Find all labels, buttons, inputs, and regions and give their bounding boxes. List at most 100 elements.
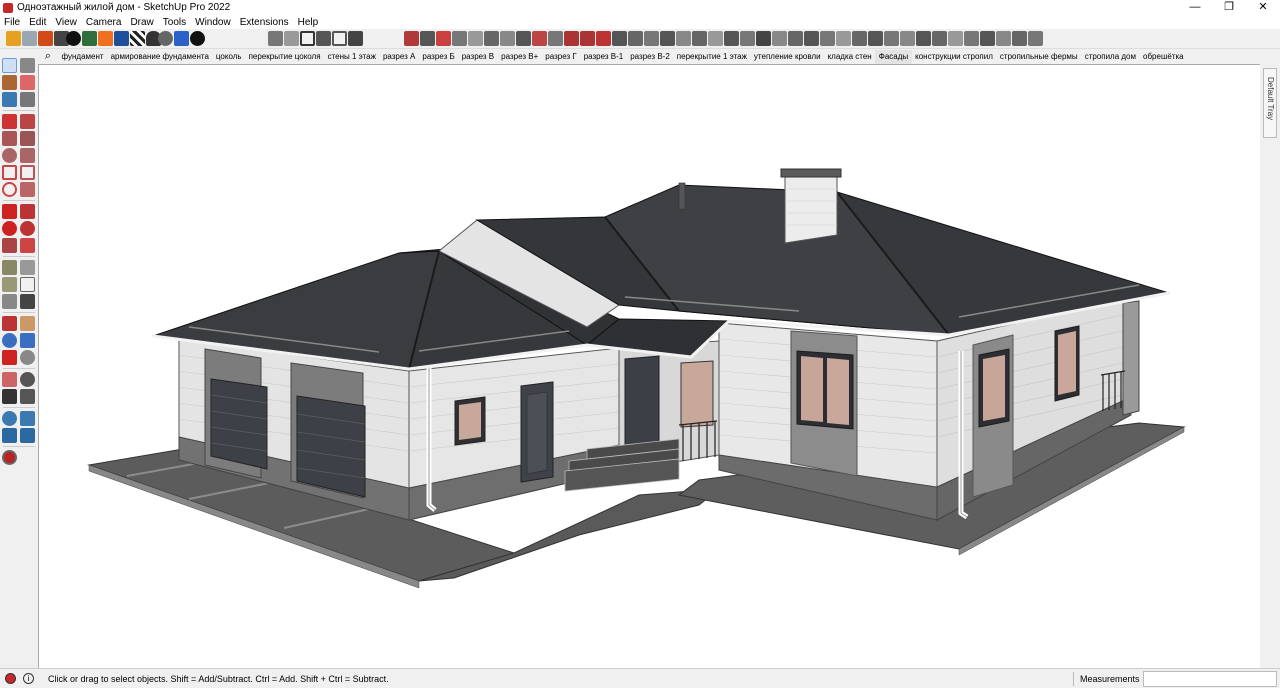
tape-measure-icon[interactable] bbox=[2, 260, 17, 275]
save-model-icon[interactable] bbox=[38, 31, 53, 46]
polygon-tool-icon[interactable] bbox=[20, 148, 35, 163]
push-pull-icon[interactable] bbox=[20, 204, 35, 219]
extension-warehouse-icon[interactable] bbox=[98, 31, 113, 46]
extension-tool-6-icon[interactable] bbox=[484, 31, 499, 46]
freehand-tool-icon[interactable] bbox=[20, 114, 35, 129]
zoom-tool-icon[interactable] bbox=[2, 333, 17, 348]
position-camera-icon[interactable] bbox=[2, 372, 17, 387]
rotate-tool-icon[interactable] bbox=[2, 221, 17, 236]
extension-tool-29-icon[interactable] bbox=[852, 31, 867, 46]
scene-tab[interactable]: разрез В-2 bbox=[627, 50, 674, 64]
scene-tab[interactable]: обрешётка bbox=[1140, 50, 1188, 64]
default-tray-tab[interactable]: Default Tray bbox=[1263, 68, 1277, 138]
extension-tool-38-icon[interactable] bbox=[996, 31, 1011, 46]
pie-tool-icon[interactable] bbox=[20, 182, 35, 197]
extension-tool-4-icon[interactable] bbox=[452, 31, 467, 46]
tag-tool-icon[interactable] bbox=[20, 92, 35, 107]
axes-tool-icon[interactable] bbox=[2, 294, 17, 309]
smoove-tool-icon[interactable] bbox=[2, 428, 17, 443]
left-view-icon[interactable] bbox=[348, 31, 363, 46]
scene-tab[interactable]: разрез В-1 bbox=[580, 50, 627, 64]
menu-view[interactable]: View bbox=[55, 17, 77, 28]
scene-tab[interactable]: утепление кровли bbox=[750, 50, 824, 64]
top-view-icon[interactable] bbox=[284, 31, 299, 46]
extension-tool-16-icon[interactable] bbox=[644, 31, 659, 46]
three-point-arc-icon[interactable] bbox=[2, 182, 17, 197]
extension-tool-33-icon[interactable] bbox=[916, 31, 931, 46]
new-model-icon[interactable] bbox=[6, 31, 21, 46]
extension-tool-36-icon[interactable] bbox=[964, 31, 979, 46]
front-view-icon[interactable] bbox=[300, 31, 315, 46]
display-section-icon[interactable] bbox=[20, 316, 35, 331]
extension-tool-31-icon[interactable] bbox=[884, 31, 899, 46]
extension-tool-25-icon[interactable] bbox=[788, 31, 803, 46]
scene-tab[interactable]: цоколь bbox=[212, 50, 245, 64]
scene-tab[interactable]: разрез В+ bbox=[498, 50, 542, 64]
scale-tool-icon[interactable] bbox=[2, 238, 17, 253]
extension-tool-2-icon[interactable] bbox=[420, 31, 435, 46]
scene-tab[interactable]: перекрытие 1 этаж bbox=[673, 50, 750, 64]
layout-icon[interactable] bbox=[114, 31, 129, 46]
maximize-button[interactable]: ❐ bbox=[1212, 0, 1246, 15]
select-tool-icon[interactable] bbox=[2, 58, 17, 73]
stamp-tool-icon[interactable] bbox=[20, 428, 35, 443]
circle-tool-icon[interactable] bbox=[2, 148, 17, 163]
scene-tab-active[interactable]: Фасады bbox=[875, 49, 912, 64]
scene-tab[interactable]: перекрытие цоколя bbox=[245, 50, 324, 64]
dimension-tool-icon[interactable] bbox=[20, 260, 35, 275]
scene-tab[interactable]: стены 1 этаж bbox=[324, 50, 379, 64]
move-tool-icon[interactable] bbox=[2, 204, 17, 219]
info-icon[interactable] bbox=[190, 31, 205, 46]
geo-location-icon[interactable] bbox=[5, 673, 16, 684]
extension-tool-35-icon[interactable] bbox=[948, 31, 963, 46]
menu-help[interactable]: Help bbox=[298, 17, 319, 28]
right-view-icon[interactable] bbox=[316, 31, 331, 46]
pan-tool-icon[interactable] bbox=[20, 389, 35, 404]
model-info-icon[interactable] bbox=[2, 450, 17, 465]
extension-tool-10-icon[interactable] bbox=[548, 31, 563, 46]
extension-tool-28-icon[interactable] bbox=[836, 31, 851, 46]
section-plane-icon[interactable] bbox=[2, 316, 17, 331]
scene-tab[interactable]: армирование фундамента bbox=[107, 50, 212, 64]
3d-text-icon[interactable] bbox=[20, 294, 35, 309]
arc-tool-icon[interactable] bbox=[2, 165, 17, 180]
orbit-tool-icon[interactable] bbox=[20, 58, 35, 73]
look-around-icon[interactable] bbox=[20, 372, 35, 387]
extension-tool-3-icon[interactable] bbox=[436, 31, 451, 46]
gear-icon[interactable] bbox=[158, 31, 173, 46]
measurements-input[interactable] bbox=[1143, 671, 1277, 687]
extension-tool-40-icon[interactable] bbox=[1028, 31, 1043, 46]
extension-tool-27-icon[interactable] bbox=[820, 31, 835, 46]
scene-tab[interactable]: разрез Г bbox=[542, 50, 580, 64]
extension-manager-icon[interactable] bbox=[174, 31, 189, 46]
offset-tool-icon[interactable] bbox=[20, 238, 35, 253]
two-point-arc-icon[interactable] bbox=[20, 165, 35, 180]
extension-tool-8-icon[interactable] bbox=[516, 31, 531, 46]
protractor-icon[interactable] bbox=[2, 277, 17, 292]
scene-tab[interactable]: разрез В bbox=[458, 50, 497, 64]
rectangle-tool-icon[interactable] bbox=[2, 131, 17, 146]
extension-tool-22-icon[interactable] bbox=[740, 31, 755, 46]
extension-tool-15-icon[interactable] bbox=[628, 31, 643, 46]
scene-tab[interactable]: разрез А bbox=[379, 50, 418, 64]
scene-tab[interactable]: конструкции стропил bbox=[912, 50, 997, 64]
menu-window[interactable]: Window bbox=[195, 17, 231, 28]
menu-file[interactable]: File bbox=[4, 17, 20, 28]
iso-view-icon[interactable] bbox=[268, 31, 283, 46]
extension-tool-39-icon[interactable] bbox=[1012, 31, 1027, 46]
text-tool-icon[interactable] bbox=[20, 277, 35, 292]
scene-tab[interactable]: разрез Б bbox=[419, 50, 458, 64]
add-location-icon[interactable] bbox=[66, 31, 81, 46]
sandbox-from-contours-icon[interactable] bbox=[2, 411, 17, 426]
extension-tool-11-icon[interactable] bbox=[564, 31, 579, 46]
extension-tool-14-icon[interactable] bbox=[612, 31, 627, 46]
make-component-icon[interactable] bbox=[2, 92, 17, 107]
extension-tool-5-icon[interactable] bbox=[468, 31, 483, 46]
extension-tool-26-icon[interactable] bbox=[804, 31, 819, 46]
extension-tool-13-icon[interactable] bbox=[596, 31, 611, 46]
zoom-extents-icon[interactable] bbox=[2, 350, 17, 365]
sandbox-from-scratch-icon[interactable] bbox=[20, 411, 35, 426]
extension-tool-19-icon[interactable] bbox=[692, 31, 707, 46]
extension-tool-30-icon[interactable] bbox=[868, 31, 883, 46]
extension-tool-20-icon[interactable] bbox=[708, 31, 723, 46]
